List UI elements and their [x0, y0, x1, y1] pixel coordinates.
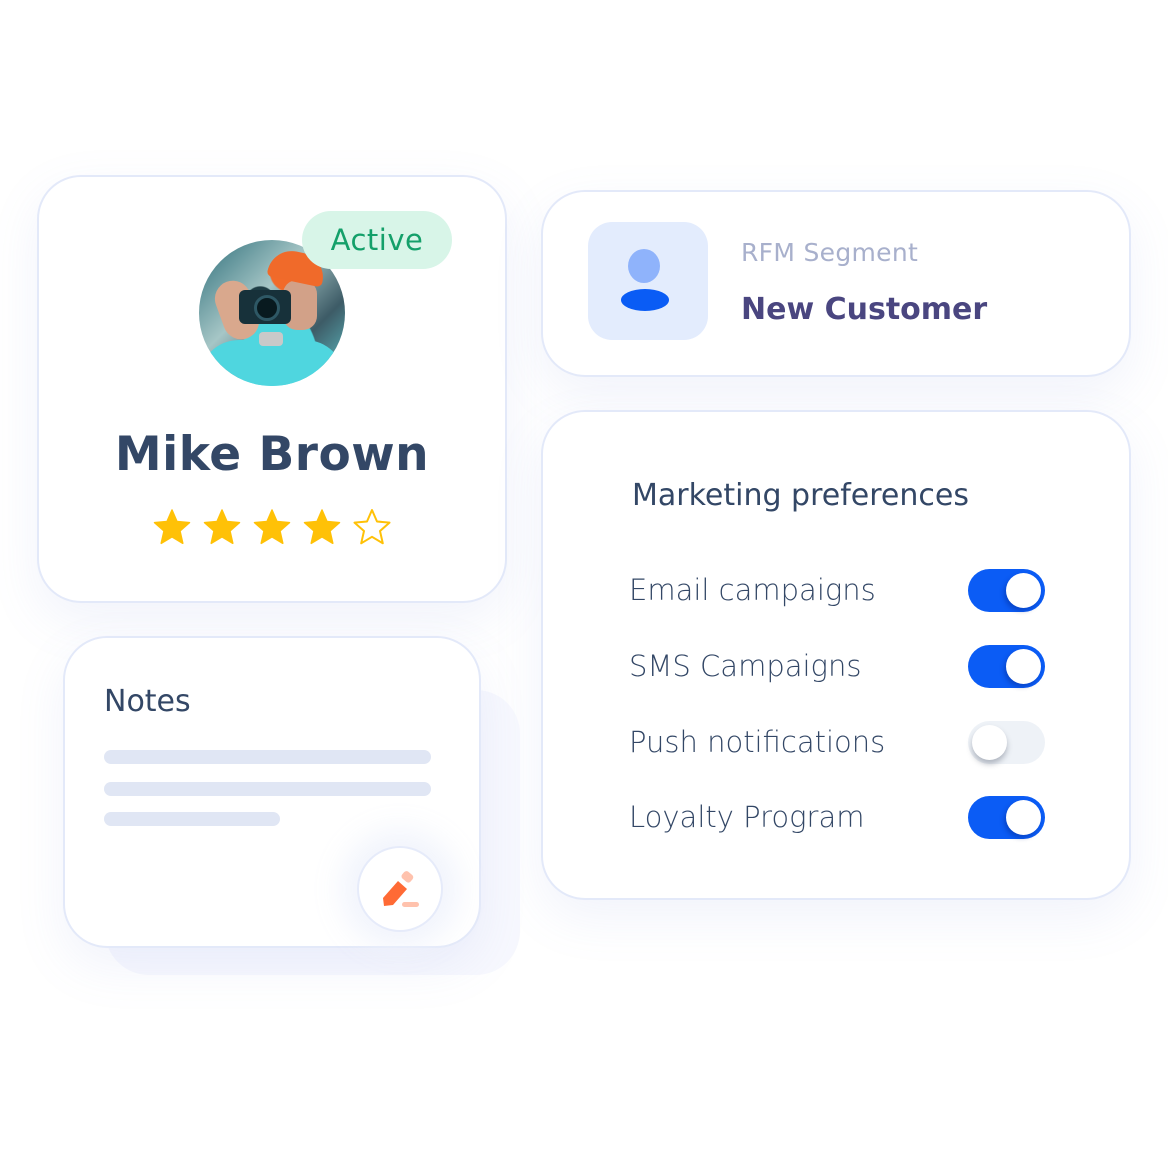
rfm-segment-card: RFM Segment New Customer: [541, 190, 1131, 377]
email-campaigns-toggle[interactable]: [968, 568, 1045, 612]
push-notifications-toggle[interactable]: [968, 720, 1045, 764]
avatar-camera-lens: [254, 295, 280, 321]
rfm-segment-value: New Customer: [741, 292, 988, 327]
star-filled-icon: [303, 509, 341, 545]
preference-row-sms: SMS Campaigns: [629, 643, 1045, 689]
note-line-placeholder: [104, 812, 280, 826]
profile-card: Active Mike Brown: [37, 175, 507, 603]
marketing-preferences-card: Marketing preferences Email campaigns SM…: [541, 410, 1131, 900]
status-badge: Active: [302, 211, 452, 269]
preference-row-loyalty: Loyalty Program: [629, 794, 1045, 840]
avatar-watch: [259, 332, 283, 346]
notes-card: Notes: [63, 636, 481, 948]
pencil-icon: [383, 871, 419, 907]
star-rating: [39, 507, 505, 547]
toggle-knob: [1006, 799, 1041, 835]
star-filled-icon: [203, 509, 241, 545]
marketing-preferences-title: Marketing preferences: [632, 478, 969, 513]
rfm-segment-label: RFM Segment: [741, 238, 919, 267]
sms-campaigns-toggle[interactable]: [968, 644, 1045, 688]
note-line-placeholder: [104, 782, 431, 796]
preference-label: Push notifications: [629, 725, 886, 759]
avatar-shirt: [199, 340, 345, 386]
star-filled-icon: [153, 509, 191, 545]
loyalty-program-toggle[interactable]: [968, 795, 1045, 839]
toggle-knob: [1006, 648, 1041, 684]
preference-row-email: Email campaigns: [629, 567, 1045, 613]
toggle-knob: [1006, 572, 1041, 608]
user-icon: [588, 222, 708, 340]
toggle-knob: [972, 724, 1007, 760]
note-line-placeholder: [104, 750, 431, 764]
notes-title: Notes: [104, 684, 191, 719]
preference-row-push: Push notifications: [629, 719, 1045, 765]
star-filled-icon: [253, 509, 291, 545]
star-empty-icon: [353, 509, 391, 545]
user-icon-head: [628, 249, 660, 283]
preference-label: Loyalty Program: [629, 800, 865, 834]
preference-label: SMS Campaigns: [629, 649, 862, 683]
customer-name: Mike Brown: [114, 427, 430, 482]
user-icon-body: [621, 289, 669, 311]
preference-label: Email campaigns: [629, 573, 876, 607]
edit-notes-button[interactable]: [357, 846, 443, 932]
